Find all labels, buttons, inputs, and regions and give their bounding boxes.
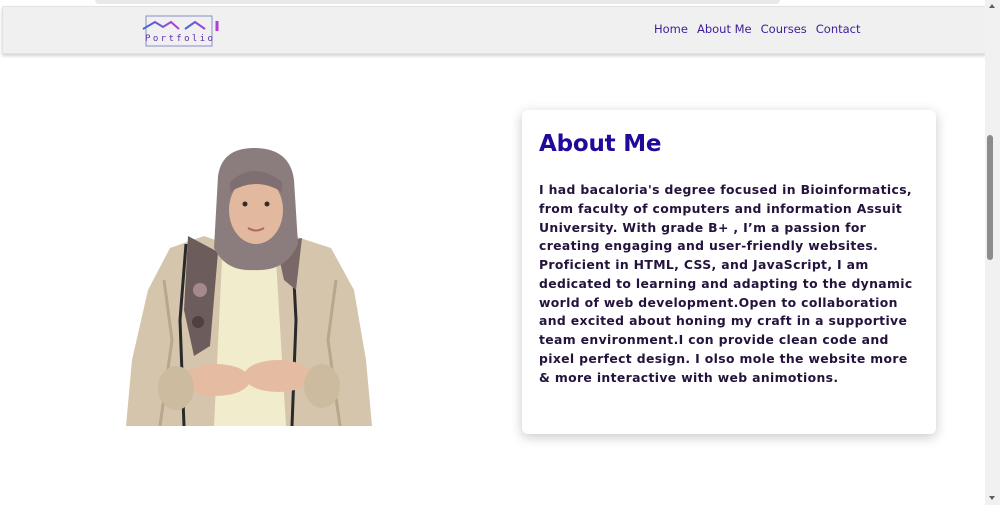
about-card: About Me I had bacaloria's degree focuse… — [522, 110, 936, 434]
logo-subtext: Portfolio — [145, 34, 216, 44]
nav-courses-link[interactable]: Courses — [761, 22, 807, 36]
scroll-thumb[interactable] — [987, 135, 993, 260]
about-heading: About Me — [539, 131, 662, 157]
nav-contact-link[interactable]: Contact — [816, 22, 861, 36]
scroll-up-icon[interactable] — [989, 4, 995, 8]
nav-about-link[interactable]: About Me — [697, 22, 752, 36]
profile-photo-graphic — [126, 148, 372, 427]
nav-links: Home About Me Courses Contact — [654, 22, 861, 36]
navbar: Portfolio Home About Me Courses Contact — [2, 6, 986, 54]
scroll-down-icon[interactable] — [989, 496, 995, 500]
about-body: I had bacaloria's degree focused in Bioi… — [539, 182, 913, 385]
tab-edge — [95, 0, 780, 4]
profile-photo — [126, 140, 374, 427]
nav-home-link[interactable]: Home — [654, 22, 688, 36]
site-logo[interactable]: Portfolio — [141, 15, 225, 53]
scrollbar[interactable] — [985, 0, 1000, 505]
